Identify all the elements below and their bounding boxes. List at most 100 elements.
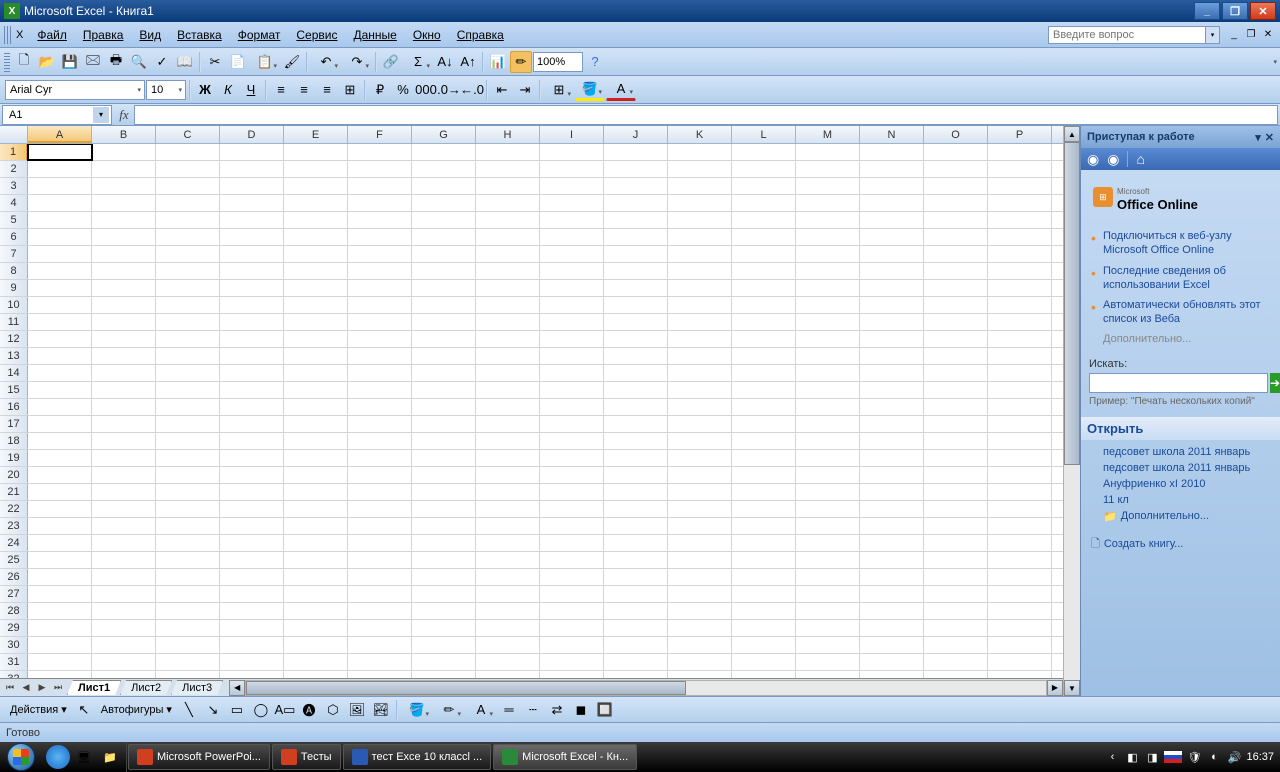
fontsize-combo[interactable]: 10 [146,80,186,100]
cell[interactable] [924,246,988,262]
cell[interactable] [796,178,860,194]
cell[interactable] [732,399,796,415]
paste-button[interactable]: 📋 [250,51,280,73]
cell[interactable] [412,484,476,500]
column-header[interactable]: E [284,126,348,143]
row-header[interactable]: 16 [0,399,28,415]
cell[interactable] [924,178,988,194]
cell[interactable] [604,382,668,398]
cell[interactable] [476,365,540,381]
cell[interactable] [860,586,924,602]
cell[interactable] [220,569,284,585]
cell[interactable] [668,671,732,678]
cell[interactable] [412,314,476,330]
autosum-button[interactable]: Σ [403,51,433,73]
cell[interactable] [156,671,220,678]
cell[interactable] [284,314,348,330]
cell[interactable] [604,399,668,415]
cell[interactable] [540,433,604,449]
cell[interactable] [668,195,732,211]
cell[interactable] [476,671,540,678]
cell[interactable] [988,195,1052,211]
cell[interactable] [348,178,412,194]
cell[interactable] [988,501,1052,517]
cell[interactable] [924,144,988,160]
cell[interactable] [668,144,732,160]
cell[interactable] [28,637,92,653]
help-button[interactable]: ? [584,51,606,73]
cell[interactable] [156,195,220,211]
cell[interactable] [92,416,156,432]
cell[interactable] [924,280,988,296]
cell[interactable] [156,518,220,534]
cell[interactable] [476,144,540,160]
cell[interactable] [540,654,604,670]
cell[interactable] [92,314,156,330]
cell[interactable] [156,348,220,364]
cell[interactable] [988,671,1052,678]
cell[interactable] [604,314,668,330]
cell[interactable] [156,161,220,177]
cell[interactable] [92,365,156,381]
cell[interactable] [412,569,476,585]
cell[interactable] [220,331,284,347]
cell[interactable] [348,297,412,313]
row-header[interactable]: 7 [0,246,28,262]
cell[interactable] [348,552,412,568]
menu-view[interactable]: Вид [131,25,169,45]
cell[interactable] [412,331,476,347]
cell[interactable] [220,603,284,619]
cell[interactable] [348,518,412,534]
3d-button[interactable]: 🔲 [594,699,616,721]
cell[interactable] [284,620,348,636]
oval-button[interactable]: ◯ [250,699,272,721]
cell[interactable] [28,586,92,602]
cell[interactable] [540,348,604,364]
cell[interactable] [28,654,92,670]
cell[interactable] [284,467,348,483]
cell[interactable] [924,603,988,619]
row-header[interactable]: 1 [0,144,28,160]
cell[interactable] [604,195,668,211]
cell[interactable] [668,229,732,245]
cell[interactable] [988,246,1052,262]
cell[interactable] [540,144,604,160]
cell[interactable] [732,535,796,551]
cell[interactable] [604,331,668,347]
cell[interactable] [412,399,476,415]
row-header[interactable]: 5 [0,212,28,228]
cell[interactable] [156,620,220,636]
comma-button[interactable]: 000 [415,79,437,101]
fx-icon[interactable]: fx [114,107,134,123]
cell[interactable] [924,195,988,211]
recent-file-1[interactable]: педсовет школа 2011 январь [1089,444,1272,460]
cell[interactable] [92,637,156,653]
cell[interactable] [860,144,924,160]
cell[interactable] [28,314,92,330]
cell[interactable] [860,535,924,551]
cell[interactable] [924,314,988,330]
cell[interactable] [156,637,220,653]
cell[interactable] [476,161,540,177]
cell[interactable] [476,535,540,551]
print-button[interactable]: 🖶 [105,51,127,73]
row-header[interactable]: 26 [0,569,28,585]
cell[interactable] [796,535,860,551]
cell[interactable] [540,382,604,398]
tab-first-button[interactable]: ⏮ [2,680,18,696]
decrease-indent-button[interactable]: ⇤ [491,79,513,101]
cell[interactable] [476,484,540,500]
row-header[interactable]: 12 [0,331,28,347]
cell[interactable] [796,637,860,653]
row-header[interactable]: 2 [0,161,28,177]
cell[interactable] [412,620,476,636]
cell[interactable] [924,433,988,449]
row-header[interactable]: 11 [0,314,28,330]
cell[interactable] [412,280,476,296]
cell[interactable] [668,433,732,449]
cell[interactable] [988,212,1052,228]
cell[interactable] [348,433,412,449]
desktop-icon[interactable]: 🖥 [72,745,96,769]
cell[interactable] [348,637,412,653]
cell[interactable] [284,586,348,602]
